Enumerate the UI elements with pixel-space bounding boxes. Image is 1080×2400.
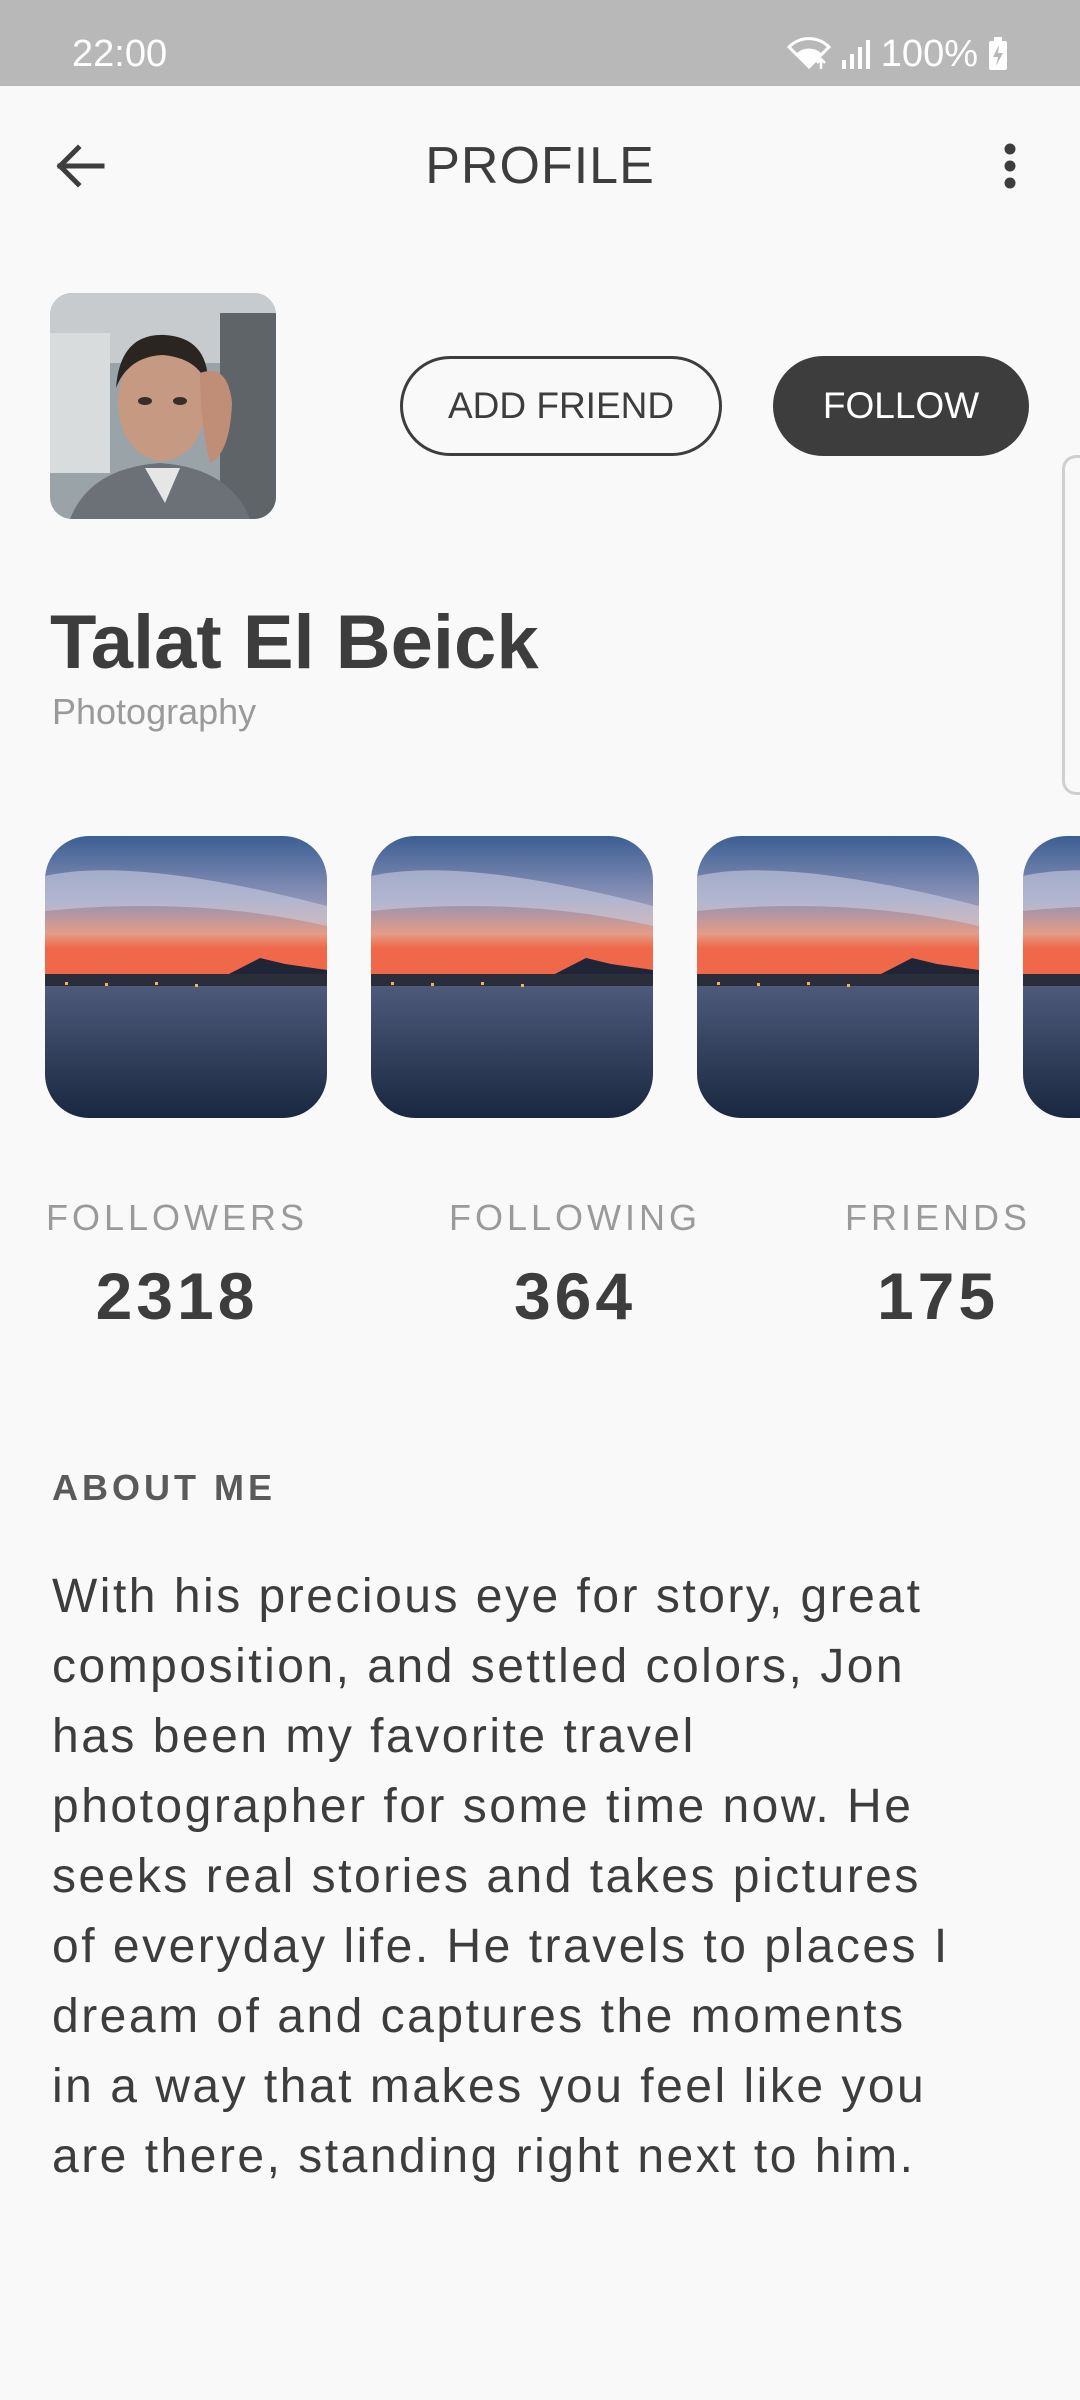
about-heading: ABOUT ME <box>52 1467 276 1508</box>
stat-friends[interactable]: FRIENDS 175 <box>788 1196 1080 1336</box>
status-time: 22:00 <box>72 33 168 75</box>
more-options-button[interactable] <box>970 126 1050 206</box>
stat-followers[interactable]: FOLLOWERS 2318 <box>27 1196 327 1336</box>
edge-panel-handle[interactable] <box>1062 455 1080 795</box>
wifi-icon <box>786 37 831 71</box>
stat-label: FOLLOWING <box>448 1197 702 1238</box>
about-text: With his precious eye for story, great c… <box>52 1562 1042 2192</box>
about-line: of everyday life. He travels to places I <box>52 1920 950 1973</box>
avatar-photo <box>50 293 276 519</box>
app-bar: PROFILE <box>0 86 1080 246</box>
stat-value: 175 <box>876 1259 1000 1333</box>
gallery-photo[interactable] <box>697 836 979 1118</box>
sunset-photo <box>371 836 653 1118</box>
stat-following[interactable]: FOLLOWING 364 <box>425 1196 725 1336</box>
gallery-photo[interactable] <box>1023 836 1080 1118</box>
photo-gallery[interactable] <box>0 836 1080 1118</box>
follow-button[interactable]: FOLLOW <box>773 356 1029 456</box>
stat-label: FRIENDS <box>844 1197 1031 1238</box>
status-bar: 22:00 100% <box>0 0 1080 86</box>
profile-name: Talat El Beick <box>50 600 539 685</box>
about-line: has been my favorite travel <box>52 1710 696 1763</box>
gallery-photo[interactable] <box>45 836 327 1118</box>
more-vert-icon <box>1004 143 1016 189</box>
about-line: dream of and captures the moments <box>52 1990 906 2043</box>
about-line: are there, standing right next to him. <box>52 2130 916 2183</box>
sunset-photo <box>45 836 327 1118</box>
about-line: seeks real stories and takes pictures <box>52 1850 921 1903</box>
about-line: photographer for some time now. He <box>52 1780 914 1833</box>
battery-charging-icon <box>988 37 1008 71</box>
avatar[interactable] <box>50 293 276 519</box>
gallery-photo[interactable] <box>371 836 653 1118</box>
sunset-photo <box>1023 836 1080 1118</box>
signal-icon <box>841 38 871 70</box>
stat-value: 364 <box>513 1259 637 1333</box>
sunset-photo <box>697 836 979 1118</box>
about-line: With his precious eye for story, great <box>52 1570 923 1623</box>
page-title: PROFILE <box>425 137 655 195</box>
add-friend-button[interactable]: ADD FRIEND <box>400 356 722 456</box>
stat-label: FOLLOWERS <box>45 1197 309 1238</box>
about-line: in a way that makes you feel like you <box>52 2060 927 2113</box>
about-line: composition, and settled colors, Jon <box>52 1640 906 1693</box>
status-icons: 100% <box>786 33 1008 75</box>
battery-percent: 100% <box>880 33 978 75</box>
profile-category: Photography <box>52 691 257 732</box>
stat-value: 2318 <box>95 1259 259 1333</box>
